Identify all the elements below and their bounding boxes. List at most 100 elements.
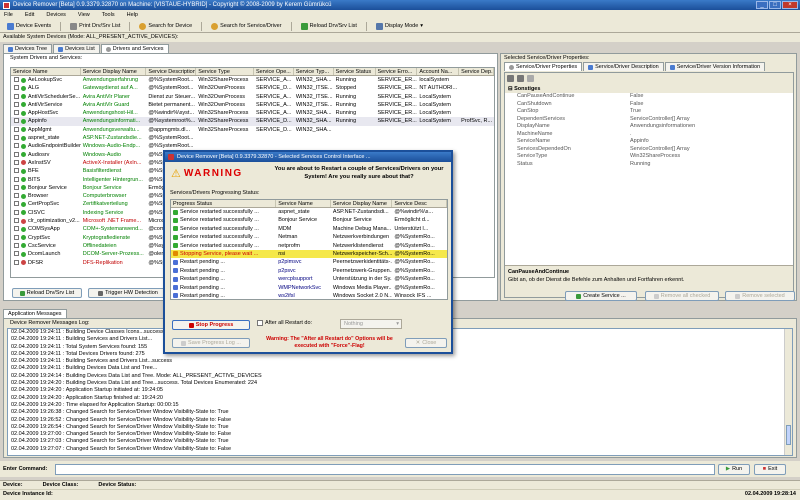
after-restart-checkbox[interactable] bbox=[257, 320, 263, 326]
column-header[interactable]: Service Typ... bbox=[294, 68, 334, 75]
service-checkbox[interactable] bbox=[14, 259, 19, 265]
exit-button[interactable]: ■ Exit bbox=[754, 463, 786, 475]
property-row[interactable]: DisplayName Anwendungsinformationen bbox=[505, 123, 793, 131]
trigger-hw-detection-button[interactable]: Trigger HW Detection bbox=[88, 288, 168, 298]
command-input[interactable] bbox=[55, 463, 715, 475]
progress-table-header: Progress Status Service Name Service Displ… bbox=[171, 200, 447, 208]
display-mode-button[interactable]: Display Mode ▾ bbox=[373, 22, 426, 31]
menu-tools[interactable]: Tools bbox=[102, 12, 115, 18]
reload-list-button[interactable]: Reload Drv/Srv List bbox=[298, 22, 360, 31]
service-checkbox[interactable] bbox=[14, 110, 19, 116]
service-checkbox[interactable] bbox=[14, 77, 19, 82]
close-window-button[interactable]: × bbox=[782, 1, 798, 9]
tab-devices-list[interactable]: Devices List bbox=[53, 44, 100, 53]
property-row[interactable]: ServicesDependedOn ServiceController[] Ar… bbox=[505, 146, 793, 154]
stop-progress-button[interactable]: Stop Progress bbox=[172, 320, 250, 330]
service-cell bbox=[196, 134, 254, 142]
device-events-button[interactable]: Device Events bbox=[4, 22, 54, 31]
service-row[interactable]: AntiVirService Avira AntiVir Guard Bietet … bbox=[11, 101, 494, 109]
log-scroll-thumb[interactable] bbox=[786, 425, 791, 445]
property-row[interactable]: CanShutdown False bbox=[505, 101, 793, 109]
service-checkbox[interactable] bbox=[14, 176, 19, 182]
close-dialog-button[interactable]: ✕ Close bbox=[405, 338, 447, 348]
menu-help[interactable]: Help bbox=[127, 12, 138, 18]
progress-column-header[interactable]: Service Name bbox=[276, 200, 331, 207]
service-row[interactable]: AppHostSvc Anwendungshost-Hil... @%windir%… bbox=[11, 109, 494, 117]
service-row[interactable]: AppMgmt Anwendungsverwaltu... @appmgmts.dl… bbox=[11, 126, 494, 134]
column-header[interactable]: Service Name bbox=[11, 68, 81, 75]
menu-devices[interactable]: Devices bbox=[46, 12, 66, 18]
property-row[interactable]: Status Running bbox=[505, 161, 793, 169]
property-row[interactable]: MachineName. bbox=[505, 131, 793, 139]
service-checkbox[interactable] bbox=[14, 85, 19, 91]
progress-column-header[interactable]: Service Desc bbox=[392, 200, 447, 207]
column-header[interactable]: Service Status bbox=[334, 68, 376, 75]
property-row[interactable]: CanStop True bbox=[505, 108, 793, 116]
column-header[interactable]: Service Display Name bbox=[81, 68, 147, 75]
service-checkbox[interactable] bbox=[14, 226, 19, 232]
service-row[interactable]: AntiVirSchedulerSe... Avira AntiVir Plane… bbox=[11, 93, 494, 101]
tab-application-messages[interactable]: Application Messages bbox=[3, 309, 67, 318]
property-section-header[interactable]: ⊟ Sonstiges bbox=[505, 85, 793, 93]
search-device-button[interactable]: Search for Device bbox=[136, 22, 195, 31]
tab-devices-tree[interactable]: Devices Tree bbox=[3, 44, 53, 53]
service-checkbox[interactable] bbox=[14, 193, 19, 199]
column-header[interactable]: Service Erro... bbox=[376, 68, 418, 75]
service-checkbox[interactable] bbox=[14, 126, 19, 132]
categorized-icon[interactable] bbox=[507, 75, 514, 82]
column-header[interactable]: Service Dep... bbox=[459, 68, 494, 75]
tab-service-version[interactable]: Service/Driver Version Information bbox=[664, 62, 766, 71]
property-row[interactable]: DependentServices ServiceController[] Arr… bbox=[505, 116, 793, 124]
tab-drivers-services[interactable]: Drivers and Services bbox=[100, 44, 169, 53]
service-checkbox[interactable] bbox=[14, 234, 19, 240]
service-checkbox[interactable] bbox=[14, 143, 19, 149]
log-scrollbar[interactable] bbox=[784, 329, 792, 455]
print-list-button[interactable]: Print Drv/Srv List bbox=[67, 22, 123, 31]
column-header[interactable]: Service Type bbox=[196, 68, 254, 75]
service-checkbox[interactable] bbox=[14, 151, 19, 157]
service-checkbox[interactable] bbox=[14, 101, 19, 107]
run-button[interactable]: ▶ Run bbox=[718, 463, 750, 475]
progress-column-header[interactable]: Service Display Name bbox=[331, 200, 393, 207]
progress-column-header[interactable]: Progress Status bbox=[171, 200, 277, 207]
tab-service-properties[interactable]: Service/Driver Properties bbox=[504, 62, 583, 71]
dialog-title: Device Remover [Beta] 0.9.3379.32870 - S… bbox=[177, 154, 371, 160]
column-header[interactable]: Service Ope... bbox=[254, 68, 294, 75]
create-service-button[interactable]: Create Service ... bbox=[565, 291, 637, 301]
service-checkbox[interactable] bbox=[14, 209, 19, 215]
search-service-button[interactable]: Search for Service/Driver bbox=[208, 22, 284, 31]
menu-edit[interactable]: Edit bbox=[25, 12, 34, 18]
column-header[interactable]: Account Na... bbox=[417, 68, 460, 75]
property-row[interactable]: CanPauseAndContinue False bbox=[505, 93, 793, 101]
service-checkbox[interactable] bbox=[14, 93, 19, 99]
alphabetical-icon[interactable] bbox=[517, 75, 524, 82]
save-progress-log-button[interactable]: Save Progress Log ... bbox=[172, 338, 250, 348]
service-checkbox[interactable] bbox=[14, 135, 19, 141]
property-row[interactable]: ServiceName Appinfo bbox=[505, 138, 793, 146]
property-row[interactable]: ServiceType Win32ShareProcess bbox=[505, 153, 793, 161]
service-row[interactable]: Appinfo Anwendungsinformati... @%systemroo… bbox=[11, 117, 494, 126]
service-checkbox[interactable] bbox=[14, 184, 19, 190]
service-checkbox[interactable] bbox=[14, 168, 19, 174]
menu-file[interactable]: File bbox=[4, 12, 13, 18]
tab-service-description[interactable]: Service/Driver Description bbox=[583, 62, 664, 71]
property-pages-icon[interactable] bbox=[527, 75, 534, 82]
service-checkbox[interactable] bbox=[14, 201, 19, 207]
remove-selected-button[interactable]: Remove selected bbox=[725, 291, 795, 301]
service-row[interactable]: ALG Gatewaydienst auf A... @%SystemRoot...… bbox=[11, 84, 494, 92]
after-restart-select[interactable]: Nothing ▾ bbox=[340, 319, 402, 329]
remove-all-checked-button[interactable]: Remove all checked bbox=[645, 291, 719, 301]
service-cell: Zertifikatverteilung bbox=[82, 201, 128, 208]
column-header[interactable]: Service Description bbox=[146, 68, 197, 75]
service-checkbox[interactable] bbox=[14, 242, 19, 248]
service-checkbox[interactable] bbox=[14, 218, 19, 224]
maximize-button[interactable]: □ bbox=[769, 1, 781, 9]
service-row[interactable]: aspnet_state ASP.NET-Zustandsdie... @%Syst… bbox=[11, 134, 494, 142]
minimize-button[interactable]: _ bbox=[756, 1, 768, 9]
menu-view[interactable]: View bbox=[78, 12, 90, 18]
reload-list-bottom-button[interactable]: Reload Drv/Srv List bbox=[12, 288, 82, 298]
service-checkbox[interactable] bbox=[14, 159, 19, 165]
service-row[interactable]: AeLookupSvc Anwendungserfahrung @%SystemRo… bbox=[11, 76, 494, 84]
service-checkbox[interactable] bbox=[14, 251, 19, 257]
service-checkbox[interactable] bbox=[14, 118, 19, 124]
